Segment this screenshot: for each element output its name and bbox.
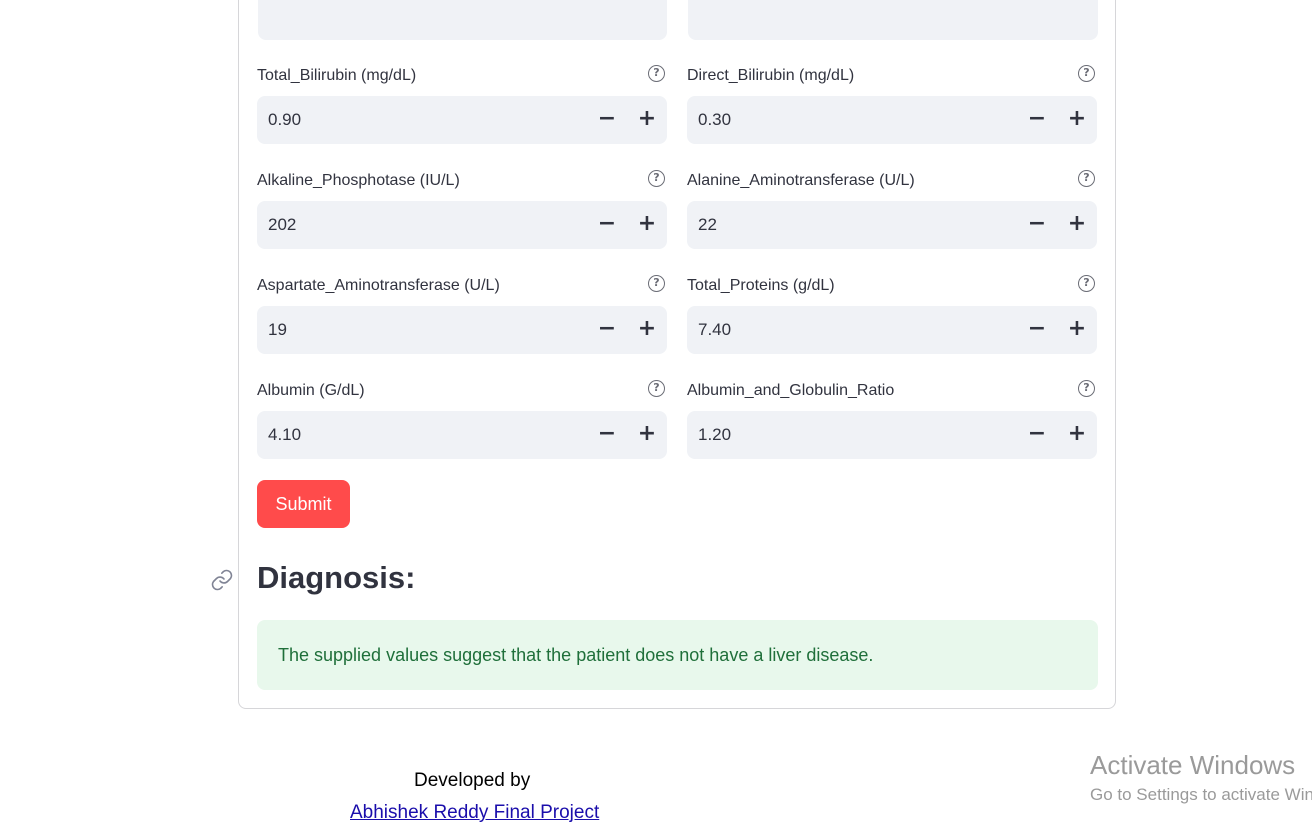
decrement-button[interactable]: −	[1017, 306, 1057, 354]
decrement-button[interactable]: −	[1017, 411, 1057, 459]
field-albumin-globulin-ratio: Albumin_and_Globulin_Ratio ? 1.20 − +	[687, 380, 1097, 470]
field-total-proteins: Total_Proteins (g/dL) ? 7.40 − +	[687, 275, 1097, 365]
question-circle-icon[interactable]: ?	[648, 275, 665, 292]
field-alanine-aminotransferase: Alanine_Aminotransferase (U/L) ? 22 − +	[687, 170, 1097, 260]
field-label: Alkaline_Phosphotase (IU/L)	[257, 172, 460, 189]
field-albumin: Albumin (G/dL) ? 4.10 − +	[257, 380, 667, 470]
number-input[interactable]: 1.20 − +	[687, 411, 1097, 459]
field-label: Direct_Bilirubin (mg/dL)	[687, 67, 855, 84]
number-input[interactable]: 22 − +	[687, 201, 1097, 249]
question-circle-icon[interactable]: ?	[648, 65, 665, 82]
clipped-number-input-left[interactable]	[258, 0, 667, 40]
increment-button[interactable]: +	[627, 411, 667, 459]
number-input[interactable]: 0.30 − +	[687, 96, 1097, 144]
diagnosis-heading: Diagnosis:	[257, 560, 416, 595]
number-input-value[interactable]: 7.40	[698, 320, 731, 340]
link-icon[interactable]	[210, 568, 234, 592]
number-input-value[interactable]: 22	[698, 215, 717, 235]
question-circle-icon[interactable]: ?	[1078, 170, 1095, 187]
increment-button[interactable]: +	[1057, 306, 1097, 354]
question-circle-icon[interactable]: ?	[648, 170, 665, 187]
question-circle-icon[interactable]: ?	[1078, 380, 1095, 397]
footer-project-link[interactable]: Abhishek Reddy Final Project	[350, 802, 599, 824]
number-input[interactable]: 7.40 − +	[687, 306, 1097, 354]
field-label: Albumin (G/dL)	[257, 382, 365, 399]
increment-button[interactable]: +	[627, 96, 667, 144]
increment-button[interactable]: +	[1057, 96, 1097, 144]
number-input-value[interactable]: 19	[268, 320, 287, 340]
increment-button[interactable]: +	[627, 201, 667, 249]
field-label: Total_Bilirubin (mg/dL)	[257, 67, 417, 84]
field-label-row: Albumin_and_Globulin_Ratio ?	[687, 380, 1097, 402]
clipped-number-input-right[interactable]	[688, 0, 1098, 40]
question-circle-icon[interactable]: ?	[1078, 275, 1095, 292]
app-page: Total_Bilirubin (mg/dL) ? 0.90 − + Direc…	[0, 0, 1312, 837]
number-input-value[interactable]: 0.90	[268, 110, 301, 130]
number-input-value[interactable]: 202	[268, 215, 296, 235]
decrement-button[interactable]: −	[587, 96, 627, 144]
field-label: Albumin_and_Globulin_Ratio	[687, 382, 895, 399]
decrement-button[interactable]: −	[587, 411, 627, 459]
field-label-row: Total_Proteins (g/dL) ?	[687, 275, 1097, 297]
number-input[interactable]: 202 − +	[257, 201, 667, 249]
activate-windows-title: Activate Windows	[1090, 750, 1296, 780]
field-label-row: Total_Bilirubin (mg/dL) ?	[257, 65, 667, 87]
number-input[interactable]: 4.10 − +	[257, 411, 667, 459]
success-alert: The supplied values suggest that the pat…	[257, 620, 1098, 690]
increment-button[interactable]: +	[1057, 411, 1097, 459]
diagnosis-result-text: The supplied values suggest that the pat…	[278, 645, 874, 665]
field-label-row: Alanine_Aminotransferase (U/L) ?	[687, 170, 1097, 192]
question-circle-icon[interactable]: ?	[1078, 65, 1095, 82]
decrement-button[interactable]: −	[587, 306, 627, 354]
field-label-row: Alkaline_Phosphotase (IU/L) ?	[257, 170, 667, 192]
decrement-button[interactable]: −	[1017, 201, 1057, 249]
field-label-row: Albumin (G/dL) ?	[257, 380, 667, 402]
field-label-row: Aspartate_Aminotransferase (U/L) ?	[257, 275, 667, 297]
decrement-button[interactable]: −	[1017, 96, 1057, 144]
number-input-value[interactable]: 4.10	[268, 425, 301, 445]
number-input-value[interactable]: 0.30	[698, 110, 731, 130]
footer-developed-by: Developed by	[414, 770, 531, 791]
decrement-button[interactable]: −	[587, 201, 627, 249]
field-label: Aspartate_Aminotransferase (U/L)	[257, 277, 500, 294]
field-aspartate-aminotransferase: Aspartate_Aminotransferase (U/L) ? 19 − …	[257, 275, 667, 365]
submit-button[interactable]: Submit	[257, 480, 350, 528]
activate-windows-subtitle: Go to Settings to activate Windows.	[1090, 785, 1312, 804]
question-circle-icon[interactable]: ?	[648, 380, 665, 397]
increment-button[interactable]: +	[1057, 201, 1097, 249]
number-input[interactable]: 0.90 − +	[257, 96, 667, 144]
field-total-bilirubin: Total_Bilirubin (mg/dL) ? 0.90 − +	[257, 65, 667, 155]
number-input-value[interactable]: 1.20	[698, 425, 731, 445]
field-direct-bilirubin: Direct_Bilirubin (mg/dL) ? 0.30 − +	[687, 65, 1097, 155]
number-input[interactable]: 19 − +	[257, 306, 667, 354]
field-label: Alanine_Aminotransferase (U/L)	[687, 172, 915, 189]
field-alkaline-phosphotase: Alkaline_Phosphotase (IU/L) ? 202 − +	[257, 170, 667, 260]
field-label: Total_Proteins (g/dL)	[687, 277, 835, 294]
field-label-row: Direct_Bilirubin (mg/dL) ?	[687, 65, 1097, 87]
increment-button[interactable]: +	[627, 306, 667, 354]
